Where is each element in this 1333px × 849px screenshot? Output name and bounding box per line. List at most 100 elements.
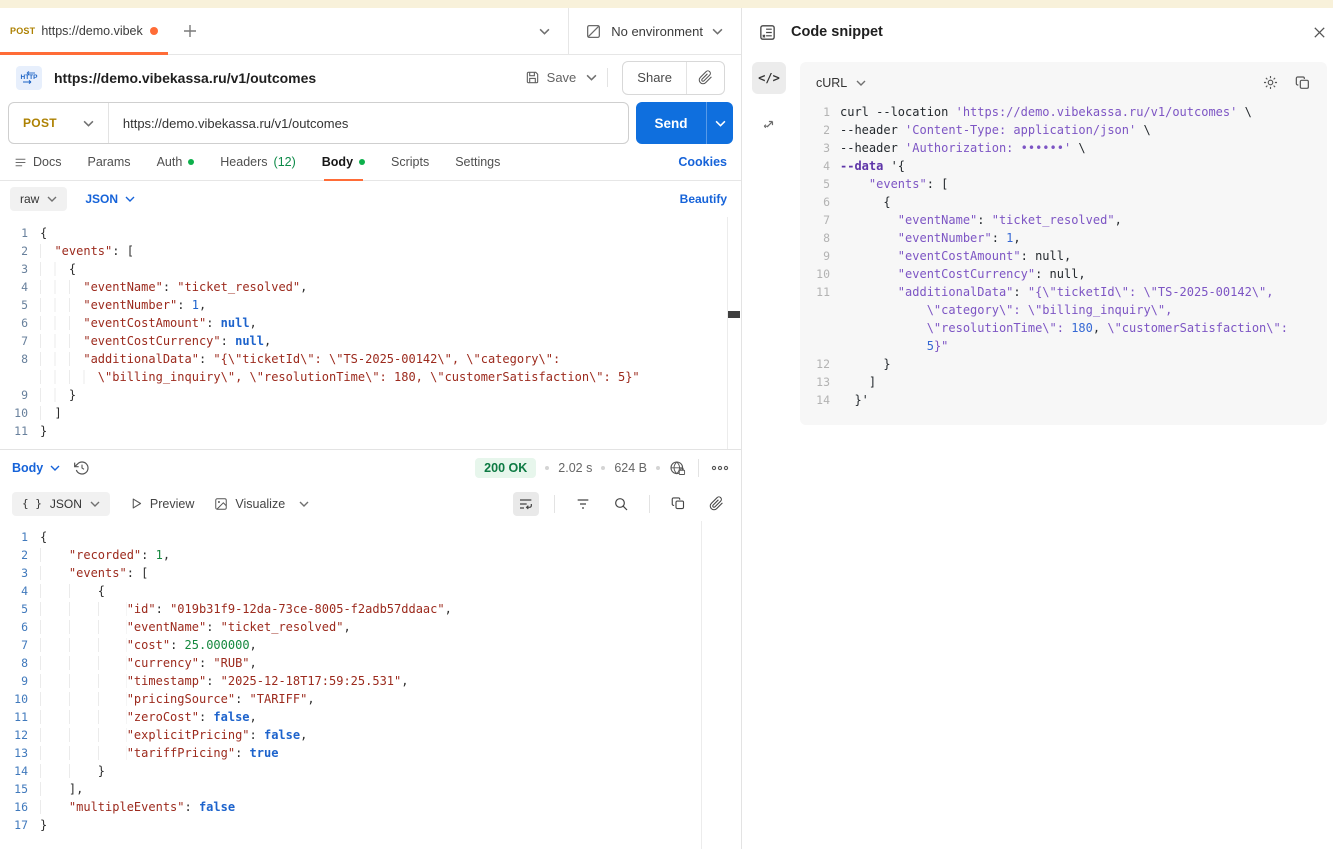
- tab-bar: POST https://demo.vibekass No environmen…: [0, 8, 741, 55]
- code-text: }: [840, 355, 891, 373]
- save-icon: [525, 70, 540, 85]
- preview-label: Preview: [150, 497, 194, 511]
- status-badge[interactable]: 200 OK: [475, 458, 536, 478]
- response-history-button[interactable]: [74, 460, 90, 476]
- line-number: 16: [0, 798, 40, 816]
- request-body-editor[interactable]: 1{2 "events": [3 {4 "eventName": "ticket…: [0, 217, 741, 450]
- format-dropdown[interactable]: JSON: [85, 192, 135, 206]
- raw-mode-dropdown[interactable]: raw: [10, 187, 67, 211]
- save-button[interactable]: Save: [517, 64, 585, 91]
- beautify-link[interactable]: Beautify: [680, 192, 731, 206]
- line-number: 11: [0, 708, 40, 726]
- chevron-down-icon: [299, 501, 309, 507]
- request-title-row: HTTP https://demo.vibekassa.ru/v1/outcom…: [0, 55, 741, 100]
- scrollbar-thumb[interactable]: [728, 311, 740, 318]
- save-options-button[interactable]: [584, 68, 608, 87]
- svg-text:HTTP: HTTP: [21, 74, 39, 81]
- tab-params[interactable]: Params: [87, 144, 130, 180]
- line-number: 1: [816, 103, 840, 121]
- code-text: "eventCostCurrency": null,: [840, 265, 1086, 283]
- code-text: }': [840, 391, 869, 409]
- method-label: POST: [23, 116, 57, 130]
- code-line: \"billing_inquiry\", \"resolutionTime\":…: [0, 368, 741, 386]
- code-text: "id": "019b31f9-12da-73ce-8005-f2adb57dd…: [40, 600, 452, 618]
- preview-button[interactable]: Preview: [130, 497, 194, 511]
- copy-snippet-button[interactable]: [1295, 75, 1311, 91]
- tab-body[interactable]: Body: [322, 144, 365, 180]
- line-number: 13: [0, 744, 40, 762]
- tab-overflow-button[interactable]: [521, 28, 568, 35]
- code-line: 5 "events": [: [816, 175, 1311, 193]
- code-line: 15 ],: [0, 780, 741, 798]
- environment-selector[interactable]: No environment: [569, 8, 741, 54]
- more-options-button[interactable]: [711, 462, 729, 474]
- new-tab-button[interactable]: [182, 23, 198, 39]
- wrap-text-button[interactable]: [513, 492, 539, 516]
- code-text: {: [40, 528, 47, 546]
- close-panel-button[interactable]: [1312, 25, 1327, 40]
- visualize-options-button[interactable]: [299, 501, 309, 507]
- code-text: "eventName": "ticket_resolved",: [40, 278, 307, 296]
- code-line: 11 "additionalData": "{\"ticketId\": \"T…: [816, 283, 1311, 301]
- tab-docs[interactable]: Docs: [14, 144, 61, 180]
- copy-link-button[interactable]: [687, 70, 724, 85]
- line-number: 6: [0, 618, 40, 636]
- share-button[interactable]: Share: [623, 70, 686, 85]
- http-request-icon: HTTP: [16, 66, 42, 90]
- code-line: 6 "eventCostAmount": null,: [0, 314, 741, 332]
- tab-headers[interactable]: Headers(12): [220, 144, 295, 180]
- send-button[interactable]: Send: [636, 102, 706, 144]
- send-options-button[interactable]: [706, 102, 733, 144]
- code-line: 7 "cost": 25.000000,: [0, 636, 741, 654]
- scrollbar[interactable]: [701, 521, 715, 849]
- search-button[interactable]: [608, 492, 634, 516]
- no-environment-icon: [585, 23, 602, 40]
- chevron-down-icon: [50, 465, 60, 471]
- swap-arrows-icon: [761, 116, 778, 133]
- response-size[interactable]: 624 B: [614, 461, 647, 475]
- code-line: 13 ]: [816, 373, 1311, 391]
- code-tab-button[interactable]: </>: [752, 62, 786, 94]
- snippet-settings-button[interactable]: [1262, 74, 1279, 91]
- copy-response-button[interactable]: [665, 492, 691, 516]
- line-number: 5: [816, 175, 840, 193]
- url-input[interactable]: https://demo.vibekassa.ru/v1/outcomes: [109, 116, 348, 131]
- code-text: --header 'Content-Type: application/json…: [840, 121, 1151, 139]
- chevron-down-icon: [586, 74, 597, 81]
- code-text: "events": [: [40, 564, 148, 582]
- response-time[interactable]: 2.02 s: [558, 461, 592, 475]
- response-format-dropdown[interactable]: { } JSON: [12, 492, 110, 516]
- code-line: 3 "events": [: [0, 564, 741, 582]
- code-text: "eventCostAmount": null,: [840, 247, 1071, 265]
- request-tab[interactable]: POST https://demo.vibekass: [0, 8, 168, 54]
- network-info-button[interactable]: [669, 460, 686, 477]
- unsaved-dot-icon: [150, 27, 158, 35]
- response-body-viewer[interactable]: 1{2 "recorded": 1,3 "events": [4 {5 "id"…: [0, 521, 741, 849]
- code-text: "currency": "RUB",: [40, 654, 257, 672]
- body-mode-toolbar: raw JSON Beautify: [0, 181, 741, 217]
- snippet-code[interactable]: 1curl --location 'https://demo.vibekassa…: [816, 103, 1311, 409]
- code-text: ]: [40, 404, 62, 422]
- tab-scripts[interactable]: Scripts: [391, 144, 429, 180]
- code-line: 10 ]: [0, 404, 741, 422]
- code-snippet-header: Code snippet: [742, 8, 1333, 56]
- filter-button[interactable]: [570, 492, 596, 516]
- tab-auth[interactable]: Auth: [157, 144, 195, 180]
- line-number: 1: [0, 528, 40, 546]
- line-number: [816, 301, 840, 319]
- code-line: 2 "recorded": 1,: [0, 546, 741, 564]
- language-dropdown[interactable]: cURL: [816, 76, 866, 90]
- scrollbar[interactable]: [727, 217, 741, 449]
- app-window: POST https://demo.vibekass No environmen…: [0, 0, 1333, 849]
- sync-requests-button[interactable]: [761, 116, 778, 133]
- visualize-button[interactable]: Visualize: [214, 497, 285, 511]
- response-body-dropdown[interactable]: Body: [12, 461, 60, 475]
- line-number: 7: [816, 211, 840, 229]
- response-header: Body 200 OK 2.02 s 624 B: [0, 450, 741, 486]
- copy-icon: [671, 496, 686, 511]
- tab-settings[interactable]: Settings: [455, 144, 500, 180]
- tab-scripts-label: Scripts: [391, 155, 429, 169]
- cookies-link[interactable]: Cookies: [678, 155, 727, 169]
- link-response-button[interactable]: [703, 492, 729, 516]
- method-dropdown[interactable]: POST: [9, 116, 108, 130]
